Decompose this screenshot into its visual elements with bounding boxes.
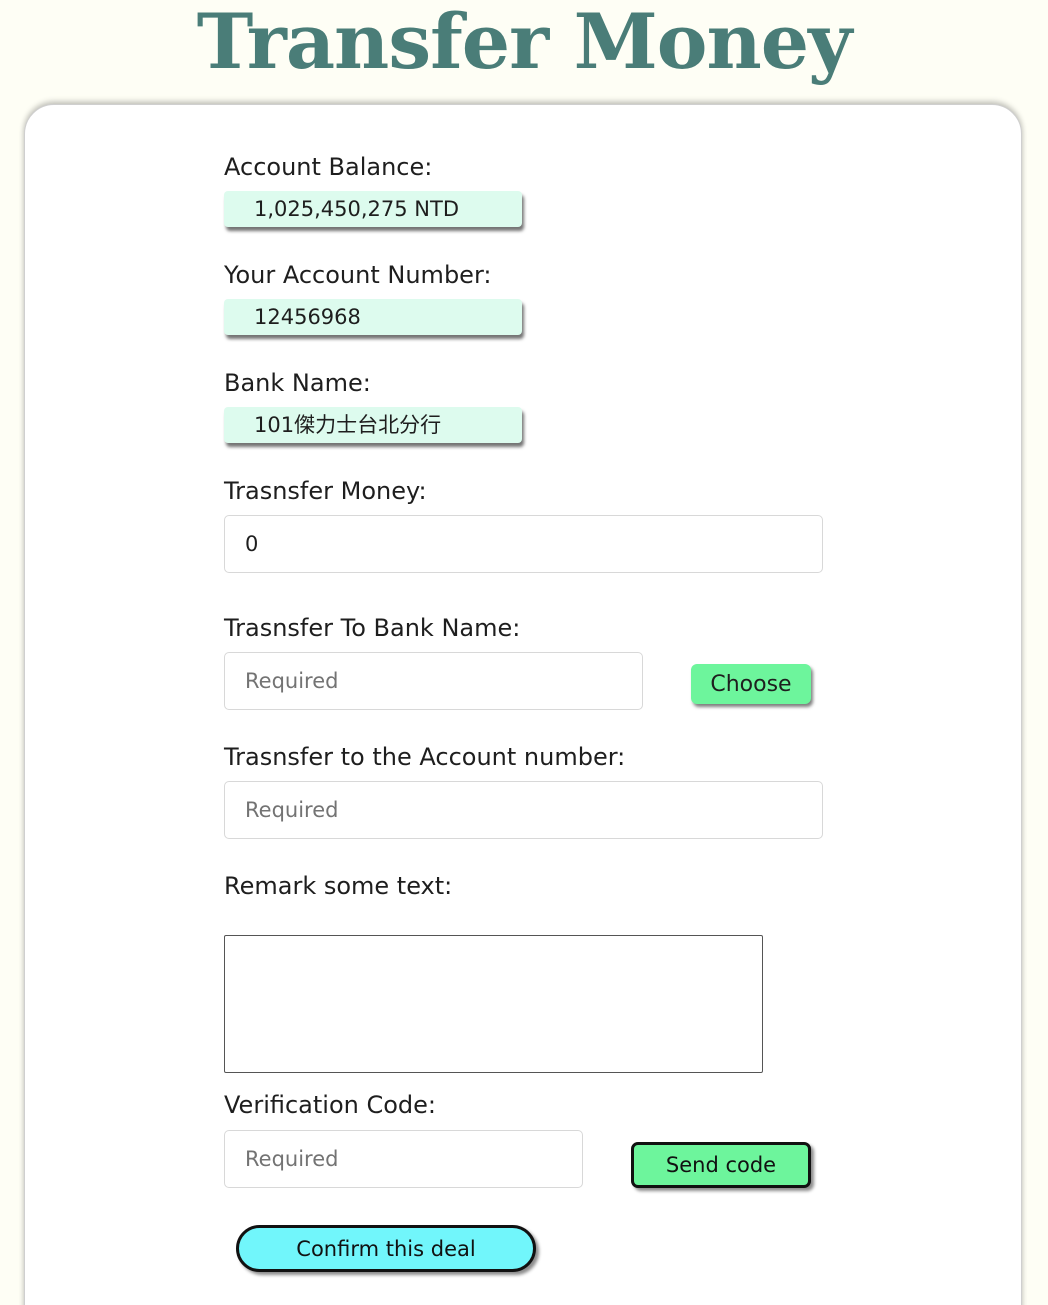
remark-label: Remark some text: — [224, 872, 453, 900]
send-code-button[interactable]: Send code — [631, 1142, 811, 1188]
verification-code-input[interactable] — [224, 1130, 583, 1188]
transfer-money-page: Transfer Money Account Balance: 1,025,45… — [0, 0, 1048, 1305]
confirm-deal-button[interactable]: Confirm this deal — [236, 1225, 536, 1272]
to-account-number-input[interactable] — [224, 781, 823, 839]
bank-name-label: Bank Name: — [224, 369, 371, 397]
account-balance-label: Account Balance: — [224, 153, 433, 181]
to-account-number-label: Trasnsfer to the Account number: — [224, 743, 626, 771]
account-number-value: 12456968 — [224, 299, 522, 335]
page-title: Transfer Money — [196, 0, 853, 86]
transfer-money-label: Trasnsfer Money: — [224, 477, 427, 505]
account-number-label: Your Account Number: — [224, 261, 492, 289]
to-bank-name-input[interactable] — [224, 652, 643, 710]
verification-code-label: Verification Code: — [224, 1091, 437, 1119]
transfer-money-input[interactable] — [224, 515, 823, 573]
remark-textarea[interactable] — [224, 935, 763, 1073]
bank-name-value: 101傑力士台北分行 — [224, 407, 522, 443]
account-balance-value: 1,025,450,275 NTD — [224, 191, 522, 227]
choose-bank-button[interactable]: Choose — [691, 664, 811, 704]
to-bank-name-label: Trasnsfer To Bank Name: — [224, 614, 521, 642]
